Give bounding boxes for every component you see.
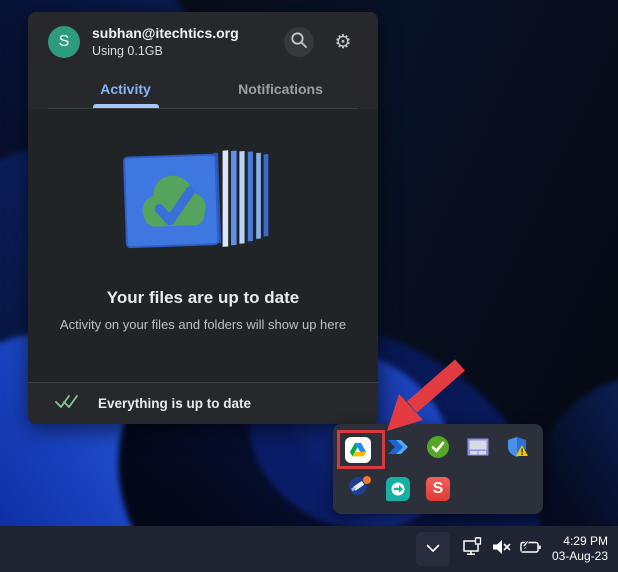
notification-badge-dot xyxy=(363,475,371,484)
tray-overflow-popup: S xyxy=(333,424,543,514)
clock-date: 03-Aug-23 xyxy=(551,549,608,563)
touchpad-icon xyxy=(466,437,490,462)
account-text: subhan@itechtics.org Using 0.1GB xyxy=(92,25,239,59)
remote-support-icon xyxy=(386,476,410,501)
search-button[interactable] xyxy=(284,27,314,58)
settings-button[interactable]: ⚙ xyxy=(328,27,358,57)
remote-support-tray-icon[interactable] xyxy=(380,472,416,506)
ethernet-icon xyxy=(462,536,484,562)
double-check-icon xyxy=(54,393,80,415)
taskbar: 4:29 PM 03-Aug-23 xyxy=(0,526,618,572)
drive-tabs: Activity Notifications xyxy=(48,69,358,110)
account-email: subhan@itechtics.org xyxy=(92,25,239,41)
drive-footer: Everything is up to date xyxy=(28,382,378,424)
sync-status-text: Everything is up to date xyxy=(98,396,252,411)
battery-charging-icon xyxy=(518,538,542,561)
chevron-down-icon xyxy=(426,540,440,558)
empty-state-subtitle: Activity on your files and folders will … xyxy=(59,317,347,333)
google-drive-tray-icon[interactable] xyxy=(340,433,376,467)
storage-usage: Using 0.1GB xyxy=(92,43,163,58)
s-app-icon: S xyxy=(426,476,450,501)
clock-time: 4:29 PM xyxy=(563,534,608,548)
search-icon xyxy=(290,31,308,54)
tab-notifications-label: Notifications xyxy=(238,81,323,98)
pen-tool-tray-icon[interactable] xyxy=(340,472,376,506)
security-shield-tray-icon[interactable] xyxy=(500,433,536,467)
antivirus-tray-icon[interactable] xyxy=(420,433,456,467)
google-drive-popup: S subhan@itechtics.org Using 0.1GB ⚙ Act… xyxy=(28,12,378,424)
taskbar-clock[interactable]: 4:29 PM 03-Aug-23 xyxy=(552,534,612,564)
volume-muted-icon xyxy=(491,538,511,561)
files-synced-illustration xyxy=(105,127,301,278)
system-tray-icons[interactable] xyxy=(462,536,542,562)
tray-chevron-button[interactable] xyxy=(415,532,450,566)
drive-activity-body: Your files are up to date Activity on yo… xyxy=(28,109,378,382)
power-automate-tray-icon[interactable] xyxy=(380,433,416,467)
avatar[interactable]: S xyxy=(48,26,80,59)
power-automate-icon xyxy=(387,438,409,461)
shield-warning-icon xyxy=(506,436,530,463)
gear-icon: ⚙ xyxy=(334,30,352,53)
active-tab-underline xyxy=(92,104,159,109)
s-app-tray-icon[interactable]: S xyxy=(420,472,456,506)
google-drive-icon xyxy=(345,436,371,463)
drive-header: S subhan@itechtics.org Using 0.1GB ⚙ Act… xyxy=(28,12,378,110)
tab-activity[interactable]: Activity xyxy=(48,69,203,109)
green-check-icon xyxy=(426,435,450,464)
account-row: S subhan@itechtics.org Using 0.1GB ⚙ xyxy=(48,25,358,59)
empty-state-title: Your files are up to date xyxy=(106,288,300,308)
touchpad-tray-icon[interactable] xyxy=(460,433,496,467)
tab-activity-label: Activity xyxy=(100,81,151,98)
tab-notifications[interactable]: Notifications xyxy=(203,69,358,108)
